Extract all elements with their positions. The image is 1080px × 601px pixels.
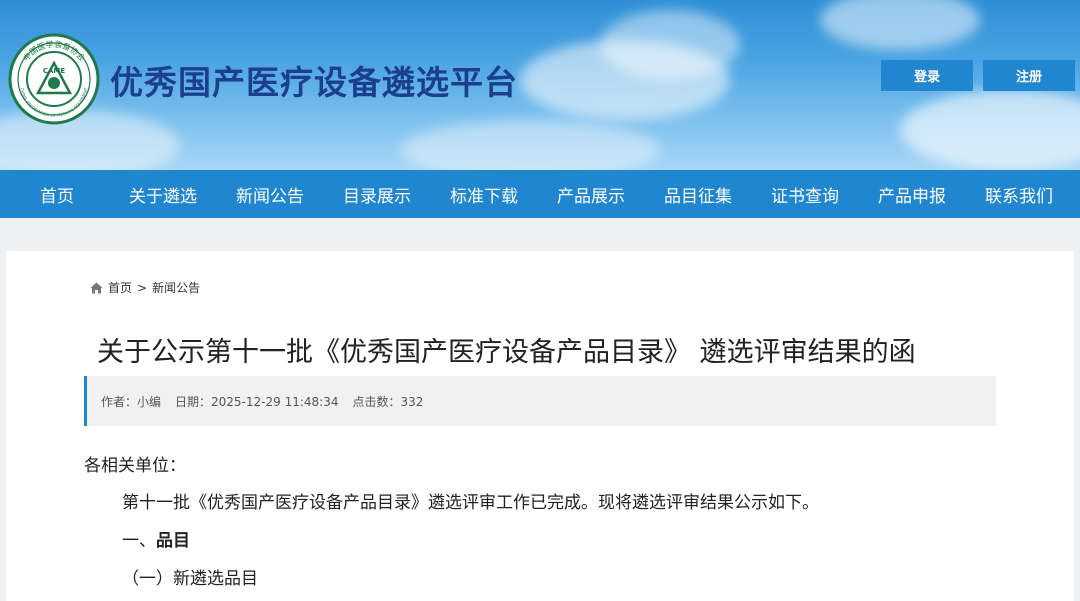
article-subsection-heading: （一）新遴选品目 (122, 569, 258, 589)
logo-center-text: CAME (43, 67, 66, 75)
article-salutation: 各相关单位： (84, 456, 186, 476)
nav-item-home[interactable]: 首页 (40, 170, 74, 218)
main-nav: 首页 关于遴选 新闻公告 目录展示 标准下载 产品展示 品目征集 证书查询 产品… (0, 170, 1080, 218)
article-section-heading: 一、品目 (122, 526, 190, 551)
nav-item-news[interactable]: 新闻公告 (236, 170, 304, 218)
banner-cloud (600, 10, 740, 80)
header-banner: 中国医学装备协会 CHINA ASSOCIATION OF MEDICAL EQ… (0, 0, 1080, 170)
nav-item-products[interactable]: 产品展示 (557, 170, 625, 218)
nav-item-catalog[interactable]: 目录展示 (343, 170, 411, 218)
login-button[interactable]: 登录 (881, 60, 973, 91)
article-paragraph: 第十一批《优秀国产医疗设备产品目录》遴选评审工作已完成。现将遴选评审结果公示如下… (122, 493, 819, 513)
came-logo-icon[interactable]: 中国医学装备协会 CHINA ASSOCIATION OF MEDICAL EQ… (8, 33, 100, 125)
article-date: 日期：2025-12-29 11:48:34 (175, 394, 339, 409)
breadcrumb-home-link[interactable]: 首页 (108, 279, 132, 296)
article-meta-bar: 作者：小编 日期：2025-12-29 11:48:34 点击数：332 (84, 376, 996, 426)
nav-item-collection[interactable]: 品目征集 (664, 170, 732, 218)
breadcrumb: 首页 > 新闻公告 (90, 279, 200, 296)
breadcrumb-separator: > (137, 280, 148, 295)
article-views: 点击数：332 (352, 394, 424, 409)
section-title: 品目 (156, 531, 190, 551)
nav-item-standards[interactable]: 标准下载 (450, 170, 518, 218)
nav-item-about[interactable]: 关于遴选 (129, 170, 197, 218)
nav-item-certificate[interactable]: 证书查询 (771, 170, 839, 218)
banner-cloud (400, 120, 660, 170)
article-title: 关于公示第十一批《优秀国产医疗设备产品目录》 遴选评审结果的函 (97, 337, 916, 368)
register-button[interactable]: 注册 (983, 60, 1075, 91)
article-author: 作者：小编 (101, 394, 162, 409)
nav-item-contact[interactable]: 联系我们 (985, 170, 1053, 218)
home-icon (90, 282, 103, 293)
banner-cloud (820, 0, 980, 50)
section-number: 一、 (122, 531, 156, 551)
breadcrumb-current-link[interactable]: 新闻公告 (152, 279, 200, 296)
nav-item-apply[interactable]: 产品申报 (878, 170, 946, 218)
site-title[interactable]: 优秀国产医疗设备遴选平台 (110, 56, 518, 104)
banner-cloud (900, 90, 1080, 170)
